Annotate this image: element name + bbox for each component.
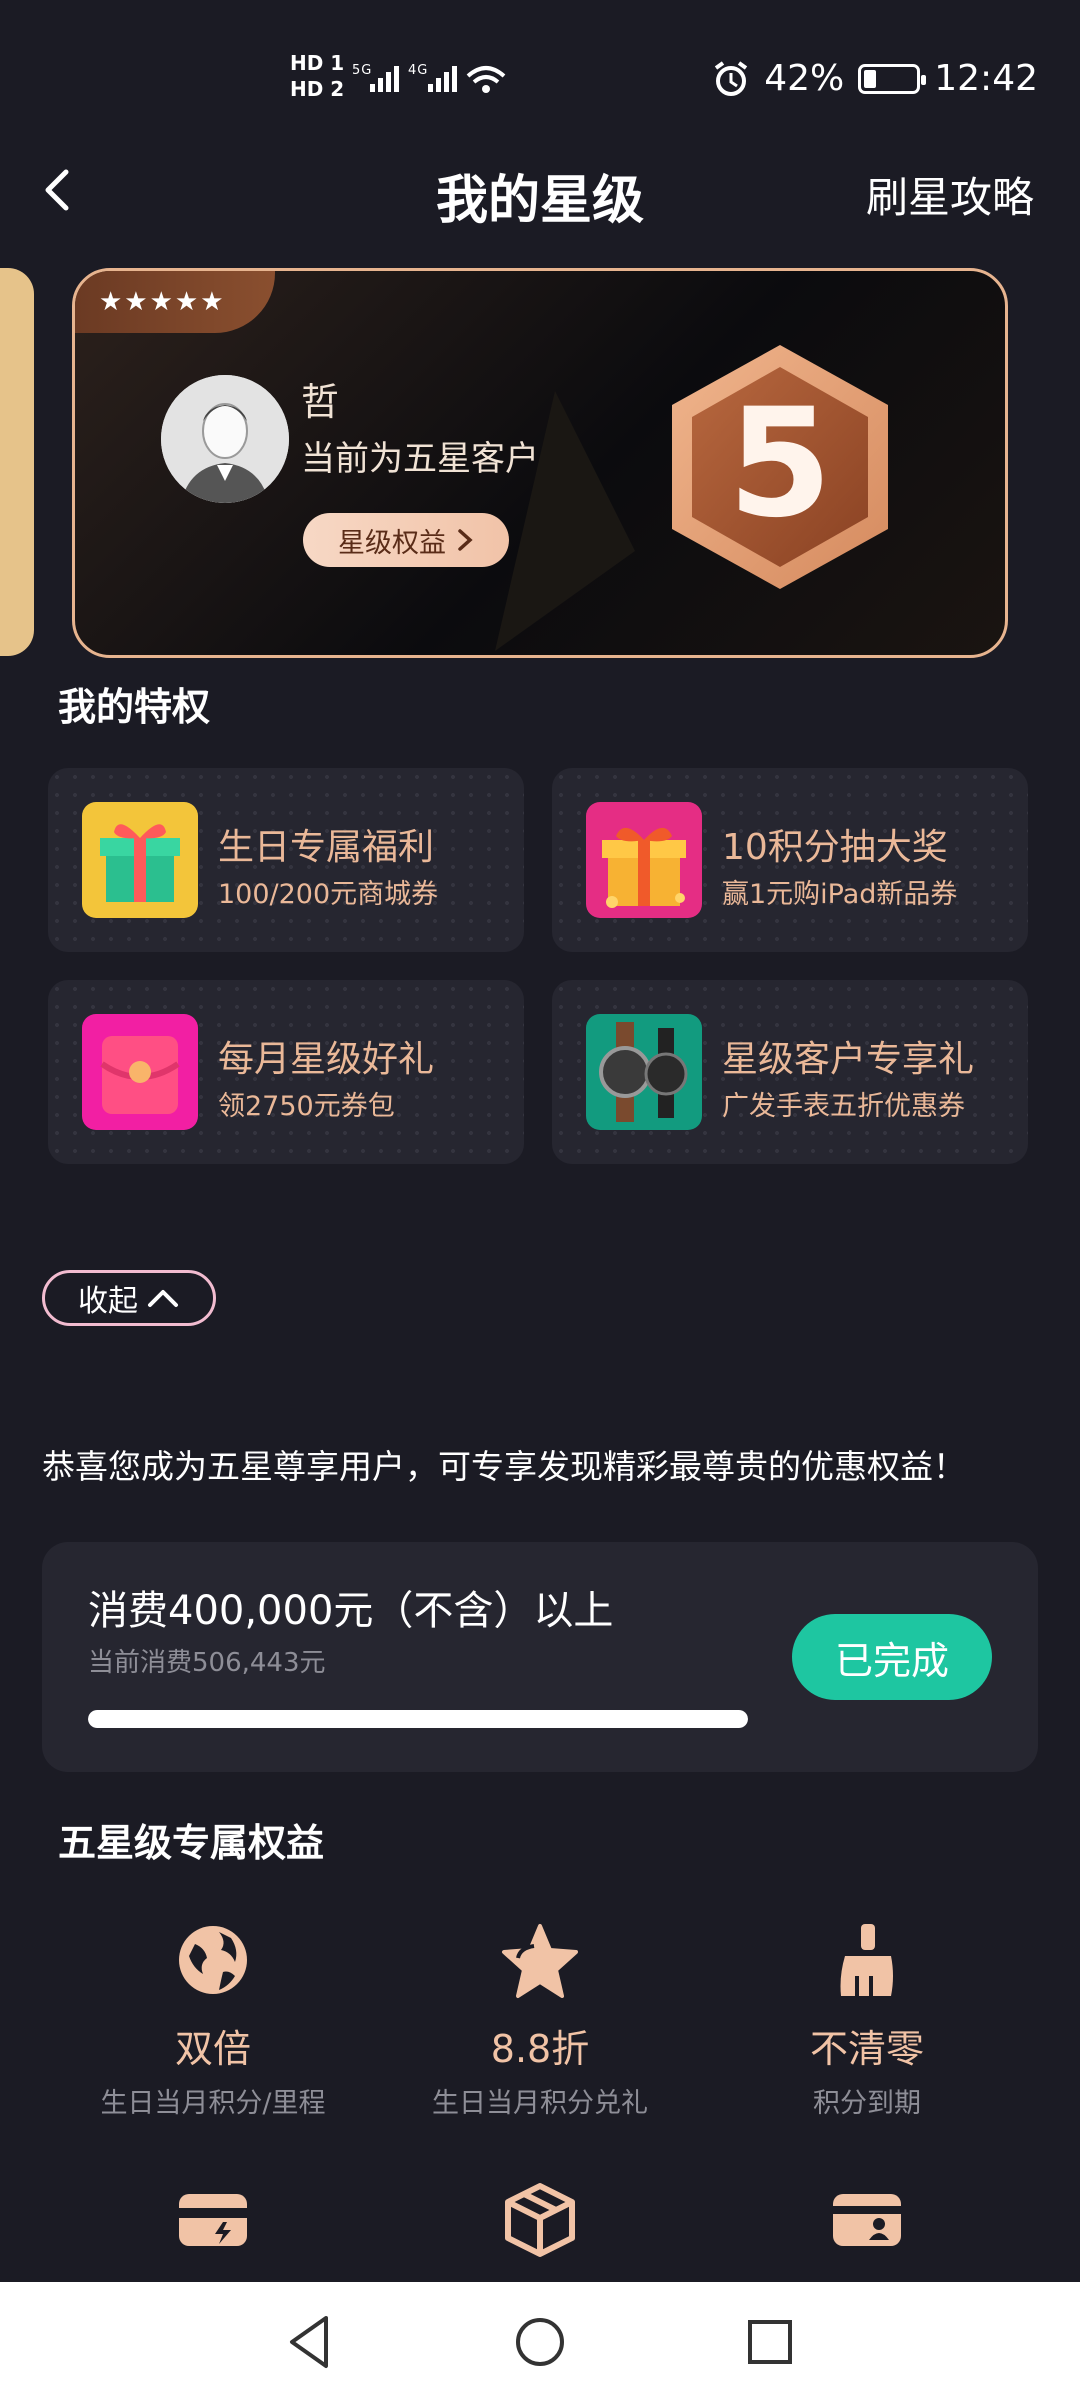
sim-indicator: HD 1 HD 2 xyxy=(290,50,344,102)
sim2-label: HD 2 xyxy=(290,77,345,101)
battery-percent: 42% xyxy=(764,58,845,99)
level-badge-icon: 5 xyxy=(672,345,888,589)
privilege-title: 10积分抽大奖 xyxy=(722,827,948,868)
star-icon xyxy=(502,1924,578,1998)
app-header: 我的星级 刷星攻略 xyxy=(0,140,1080,240)
privilege-title: 星级客户专享礼 xyxy=(722,1039,975,1080)
side-card-edge[interactable] xyxy=(0,268,34,656)
progress-fill xyxy=(88,1710,748,1728)
user-name: 哲 xyxy=(301,380,340,424)
gift-ribbon-icon xyxy=(586,802,702,918)
collapse-label: 收起 xyxy=(78,1284,138,1319)
progress-bar xyxy=(88,1710,748,1728)
broom-icon xyxy=(840,1924,893,1996)
right-title: 不清零 xyxy=(809,2027,924,2071)
right-subtitle: 生日当月积分/里程 xyxy=(100,2088,326,2119)
privilege-subtitle: 广发手表五折优惠券 xyxy=(722,1091,965,1122)
chevron-right-icon xyxy=(458,529,473,551)
svg-text:5G: 5G xyxy=(352,63,372,78)
exclusive-rights-title: 五星级专属权益 xyxy=(58,1821,325,1865)
privilege-subtitle: 100/200元商城券 xyxy=(218,879,439,910)
right-subtitle: 生日当月积分兑礼 xyxy=(432,2088,648,2119)
nav-recents-icon[interactable] xyxy=(738,2310,802,2374)
right-subtitle: 积分到期 xyxy=(813,2088,921,2119)
sim1-label: HD 1 xyxy=(290,51,345,75)
badge-number: 5 xyxy=(728,377,832,551)
system-navigation-bar xyxy=(0,2282,1080,2400)
avatar[interactable] xyxy=(161,375,289,503)
svg-text:4G: 4G xyxy=(408,63,428,78)
star-benefits-button[interactable]: 星级权益 xyxy=(303,513,509,567)
privilege-card-watch[interactable]: 星级客户专享礼 广发手表五折优惠券 xyxy=(552,980,1028,1164)
privilege-subtitle: 赢1元购iPad新品券 xyxy=(722,879,958,910)
spending-progress-card: 消费400,000元（不含）以上 当前消费506,443元 已完成 xyxy=(42,1542,1038,1772)
card-flash-icon[interactable] xyxy=(173,2180,253,2260)
gift-box-icon xyxy=(82,802,198,918)
battery-icon xyxy=(858,63,927,94)
privileges-title: 我的特权 xyxy=(58,685,211,729)
clock: 12:42 xyxy=(934,58,1038,99)
right-title: 双倍 xyxy=(174,2027,251,2071)
watch-icon xyxy=(586,1014,702,1130)
user-level-text: 当前为五星客户 xyxy=(301,439,539,479)
id-card-icon[interactable] xyxy=(827,2180,907,2260)
status-right: 42% 12:42 xyxy=(712,58,1038,99)
chevron-up-icon xyxy=(148,1290,178,1307)
signal-icon: 5G 4G xyxy=(350,58,510,105)
collapse-button[interactable]: 收起 xyxy=(42,1270,216,1326)
congrats-text: 恭喜您成为五星尊享用户，可专享发现精彩最尊贵的优惠权益！ xyxy=(42,1447,966,1486)
privilege-title: 每月星级好礼 xyxy=(218,1039,435,1080)
right-item-double[interactable]: 双倍 生日当月积分/里程 xyxy=(48,1920,378,2120)
privilege-card-lottery[interactable]: 10积分抽大奖 赢1元购iPad新品券 xyxy=(552,768,1028,952)
package-icon[interactable] xyxy=(500,2180,580,2260)
user-avatar-icon xyxy=(161,375,289,503)
completed-button[interactable]: 已完成 xyxy=(792,1614,992,1700)
spending-goal: 消费400,000元（不含）以上 xyxy=(88,1588,614,1634)
privilege-card-birthday[interactable]: 生日专属福利 100/200元商城券 xyxy=(48,768,524,952)
alarm-icon xyxy=(715,60,748,96)
stars-ribbon: ★★★★★ xyxy=(75,271,275,333)
exclusive-rights-row-2 xyxy=(0,2180,1080,2290)
nav-back-icon[interactable] xyxy=(278,2310,342,2374)
privilege-title: 生日专属福利 xyxy=(218,827,435,868)
privilege-card-monthly[interactable]: 每月星级好礼 领2750元券包 xyxy=(48,980,524,1164)
globe-icon xyxy=(179,1926,247,1994)
privilege-subtitle: 领2750元券包 xyxy=(218,1091,395,1122)
nav-home-icon[interactable] xyxy=(508,2310,572,2374)
status-bar: HD 1 HD 2 5G 4G 42% 12:42 xyxy=(0,0,1080,160)
red-packet-icon xyxy=(82,1014,198,1130)
guide-link[interactable]: 刷星攻略 xyxy=(866,164,1034,225)
star-level-card: ★★★★★ 哲 当前为五星客户 星级权益 5 xyxy=(72,268,1008,658)
star-benefits-label: 星级权益 xyxy=(338,527,446,559)
right-title: 8.8折 xyxy=(490,2027,590,2071)
current-spending: 当前消费506,443元 xyxy=(88,1648,326,1678)
right-item-discount[interactable]: 8.8折 生日当月积分兑礼 xyxy=(375,1920,705,2120)
right-item-no-reset[interactable]: 不清零 积分到期 xyxy=(702,1920,1032,2120)
